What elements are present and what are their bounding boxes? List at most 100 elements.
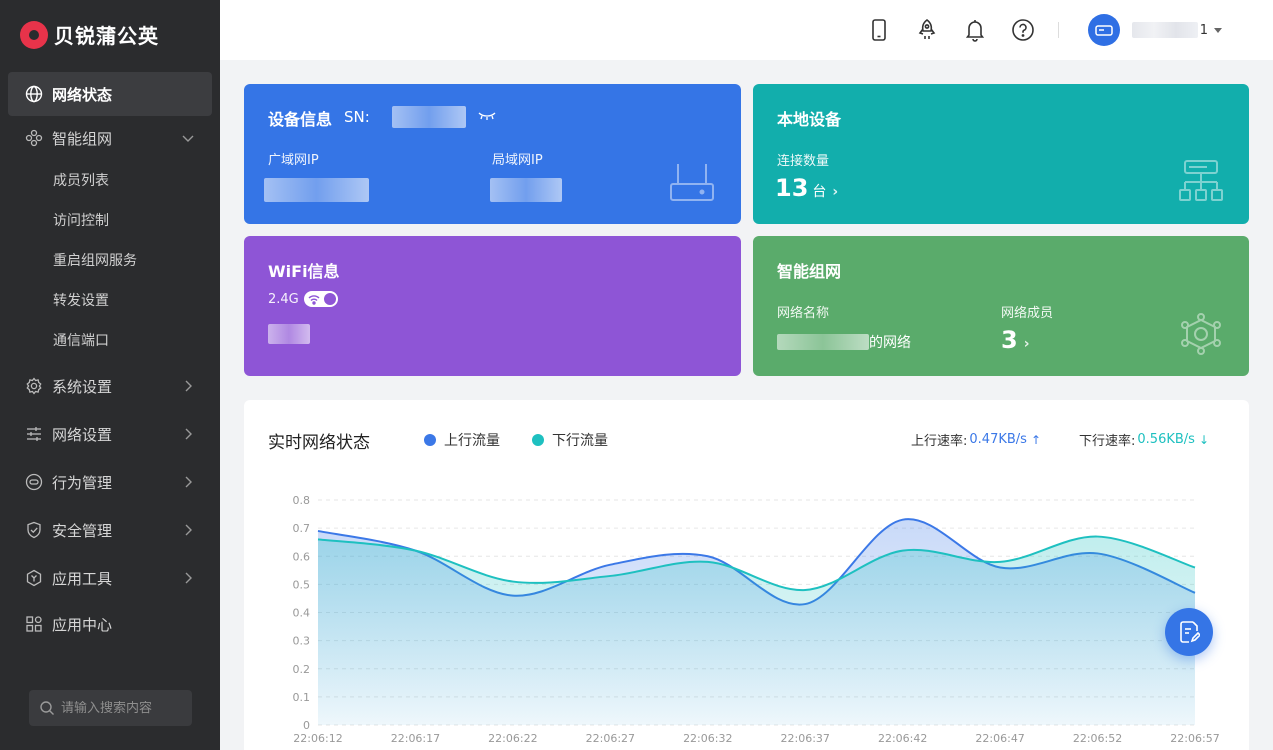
- sidebar: 贝锐蒲公英 网络状态 智能组网 成员列表 访问控制 重启组网服务 转发设置 通信…: [0, 0, 220, 750]
- card-title: WiFi信息: [268, 262, 340, 281]
- connection-count-unit: 台: [812, 184, 827, 200]
- chevron-right-icon: ›: [832, 184, 839, 200]
- card-title: 智能组网: [777, 262, 842, 281]
- sidebar-item-label: 网络设置: [52, 425, 113, 444]
- sidebar-subitem-members[interactable]: 成员列表: [0, 160, 220, 200]
- sidebar-subitem-forwarding[interactable]: 转发设置: [0, 280, 220, 320]
- router-icon: [670, 164, 714, 201]
- search-icon: [40, 701, 54, 715]
- chevron-right-icon: ›: [1023, 336, 1030, 352]
- wan-ip-label: 广域网IP: [268, 153, 319, 168]
- connection-count-value: 13: [775, 174, 809, 202]
- y-tick-label: 0.2: [293, 663, 311, 676]
- sidebar-item-system-settings[interactable]: 系统设置: [0, 364, 220, 408]
- brand-name: 贝锐蒲公英: [54, 24, 159, 48]
- x-tick-label: 22:06:47: [975, 732, 1024, 745]
- local-device-card: 本地设备 连接数量 13 台 ›: [753, 84, 1249, 224]
- gear-icon: [24, 376, 44, 396]
- tools-icon: [24, 568, 44, 588]
- chevron-right-icon: [185, 428, 192, 440]
- sn-label: SN:: [344, 108, 370, 126]
- connection-count-link[interactable]: 13 台 ›: [775, 174, 838, 202]
- sidebar-item-behavior[interactable]: 行为管理: [0, 460, 220, 504]
- x-tick-label: 22:06:57: [1170, 732, 1219, 745]
- sidebar-item-label: 智能组网: [52, 129, 113, 148]
- sidebar-item-network-status[interactable]: 网络状态: [8, 72, 212, 116]
- sidebar-item-label: 安全管理: [52, 521, 113, 540]
- bell-icon[interactable]: [962, 17, 988, 43]
- lan-ip-redacted: [490, 178, 562, 202]
- network-topology-icon: [1179, 160, 1223, 201]
- sidebar-item-label: 应用中心: [52, 615, 113, 634]
- sidebar-item-label: 系统设置: [52, 377, 113, 396]
- avatar[interactable]: [1088, 14, 1120, 46]
- header-divider: [1058, 22, 1059, 38]
- phone-icon[interactable]: [866, 17, 892, 43]
- y-tick-label: 0.6: [293, 550, 311, 563]
- sidebar-subitem-ports[interactable]: 通信端口: [0, 320, 220, 360]
- username-redacted: [1132, 22, 1198, 38]
- search-input[interactable]: [61, 700, 181, 716]
- globe-icon: [24, 84, 44, 104]
- sidebar-nav: 网络状态 智能组网 成员列表 访问控制 重启组网服务 转发设置 通信端口 系统设…: [0, 72, 220, 646]
- realtime-network-panel: 实时网络状态 上行流量 下行流量 上行速率: 0.47KB/s ↑ 下行速率: …: [244, 400, 1249, 750]
- top-header: 1: [220, 0, 1273, 60]
- caret-down-icon: [1214, 27, 1222, 33]
- sidebar-item-label: 应用工具: [52, 569, 113, 588]
- chevron-down-icon: [182, 135, 194, 142]
- sidebar-subitem-access-control[interactable]: 访问控制: [0, 200, 220, 240]
- brand-logo[interactable]: 贝锐蒲公英: [20, 20, 159, 49]
- y-tick-label: 0.5: [293, 578, 311, 591]
- sidebar-item-app-center[interactable]: 应用中心: [0, 602, 220, 646]
- wan-ip-redacted: [264, 178, 369, 202]
- sn-value-redacted: [392, 106, 466, 128]
- sidebar-item-smart-network[interactable]: 智能组网: [0, 116, 220, 160]
- sidebar-item-label: 行为管理: [52, 473, 113, 492]
- sidebar-subitem-restart-service[interactable]: 重启组网服务: [0, 240, 220, 280]
- download-area: [318, 536, 1195, 725]
- wifi-toggle[interactable]: [304, 291, 338, 307]
- report-fab-button[interactable]: [1165, 608, 1213, 656]
- card-title: 设备信息: [268, 110, 333, 129]
- device-info-card: 设备信息 SN: 广域网IP 局域网IP: [244, 84, 741, 224]
- x-tick-label: 22:06:12: [293, 732, 342, 745]
- username-suffix: 1: [1199, 22, 1208, 38]
- sidebar-item-network-settings[interactable]: 网络设置: [0, 412, 220, 456]
- eye-closed-icon[interactable]: [478, 110, 496, 122]
- y-tick-label: 0.8: [293, 494, 311, 507]
- x-tick-label: 22:06:32: [683, 732, 732, 745]
- wifi-info-card: WiFi信息 2.4G: [244, 236, 741, 376]
- rocket-icon[interactable]: [914, 17, 940, 43]
- x-tick-label: 22:06:52: [1073, 732, 1122, 745]
- lan-ip-label: 局域网IP: [492, 153, 543, 168]
- y-tick-label: 0: [303, 719, 310, 732]
- chevron-right-icon: [185, 524, 192, 536]
- sidebar-item-label: 网络状态: [52, 85, 113, 104]
- shield-icon: [24, 520, 44, 540]
- toggle-knob: [324, 293, 336, 305]
- x-tick-label: 22:06:42: [878, 732, 927, 745]
- wifi-band-label: 2.4G: [268, 292, 299, 307]
- document-edit-icon: [1180, 621, 1200, 643]
- traffic-chart: 0 0.1 0.2 0.3 0.4 0.5 0.6 0.7 0.8 22:06:12 22:06:1…: [293, 494, 1220, 745]
- network-name-value: 的网络: [777, 332, 911, 352]
- y-tick-label: 0.3: [293, 635, 311, 648]
- cluster-icon: [24, 128, 44, 148]
- x-tick-label: 22:06:17: [391, 732, 440, 745]
- y-tick-label: 0.7: [293, 522, 311, 535]
- chevron-right-icon: [185, 476, 192, 488]
- smart-network-card: 智能组网 网络名称 网络成员 的网络 3 ›: [753, 236, 1249, 376]
- y-tick-label: 0.1: [293, 691, 311, 704]
- sidebar-search[interactable]: [29, 690, 192, 726]
- sidebar-item-tools[interactable]: 应用工具: [0, 556, 220, 600]
- sliders-icon: [24, 424, 44, 444]
- sidebar-item-security[interactable]: 安全管理: [0, 508, 220, 552]
- network-member-link[interactable]: 3 ›: [1001, 326, 1029, 354]
- x-tick-label: 22:06:27: [586, 732, 635, 745]
- network-member-label: 网络成员: [1001, 306, 1054, 321]
- help-icon[interactable]: [1010, 17, 1036, 43]
- wifi-ssid-redacted: [268, 324, 310, 344]
- chevron-right-icon: [185, 380, 192, 392]
- logo-icon: [20, 20, 48, 49]
- user-menu[interactable]: 1: [1132, 20, 1222, 40]
